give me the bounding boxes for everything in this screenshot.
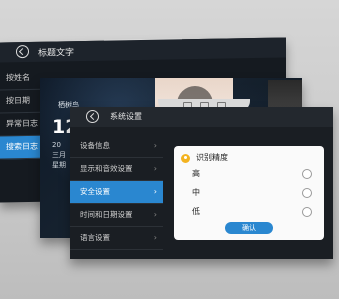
menu-item-time-date[interactable]: 时间和日期设置 › — [70, 204, 163, 227]
back-screen-header: 标题文字 — [0, 37, 286, 63]
date-weekday: 星期 — [52, 161, 66, 169]
back-icon[interactable] — [16, 44, 29, 59]
option-medium-radio[interactable] — [302, 188, 312, 198]
menu-item-exception-log[interactable]: 异常日志 — [0, 112, 40, 137]
option-low-radio[interactable] — [302, 207, 312, 217]
chevron-right-icon: › — [153, 233, 157, 242]
menu-item-label: 时间和日期设置 — [80, 210, 133, 219]
menu-item-label: 设备信息 — [80, 141, 110, 150]
dialog-title: 识别精度 — [196, 153, 228, 162]
chevron-right-icon: › — [153, 187, 157, 196]
front-screen: 系统设置 设备信息 › 显示和音效设置 › 安全设置 › 时间和日期设置 › 语… — [70, 99, 333, 259]
date-year: 20 — [52, 141, 61, 149]
menu-item-search-log[interactable]: 搜索日志 — [0, 135, 40, 160]
back-icon[interactable] — [86, 110, 99, 123]
menu-item-label: 安全设置 — [80, 187, 110, 196]
date-month: 三月 — [52, 151, 66, 159]
option-medium-label: 中 — [192, 188, 200, 197]
menu-item-by-date[interactable]: 按日期 — [0, 89, 40, 114]
menu-item-display-sound[interactable]: 显示和音效设置 › — [70, 158, 163, 181]
confirm-button[interactable]: 确认 — [225, 222, 273, 234]
menu-item-language[interactable]: 语言设置 › — [70, 227, 163, 250]
date-block: 20 三月 星期 — [52, 140, 66, 170]
option-low-label: 低 — [192, 207, 200, 216]
settings-menu: 设备信息 › 显示和音效设置 › 安全设置 › 时间和日期设置 › 语言设置 › — [70, 135, 163, 250]
settings-header: 系统设置 — [70, 107, 333, 127]
back-screen-title: 标题文字 — [38, 48, 75, 59]
chevron-right-icon: › — [153, 210, 157, 219]
menu-item-label: 显示和音效设置 — [80, 164, 133, 173]
recognition-precision-dialog: 识别精度 高 中 低 确认 — [174, 146, 324, 240]
option-high-radio[interactable] — [302, 169, 312, 179]
menu-item-label: 语言设置 — [80, 233, 110, 242]
menu-item-device-info[interactable]: 设备信息 › — [70, 135, 163, 158]
menu-item-security[interactable]: 安全设置 › — [70, 181, 163, 204]
back-screen-menu: 按姓名 按日期 异常日志 搜索日志 — [0, 66, 40, 160]
chevron-right-icon: › — [153, 164, 157, 173]
menu-item-by-name[interactable]: 按姓名 — [0, 66, 40, 91]
settings-title: 系统设置 — [110, 112, 142, 121]
option-high-label: 高 — [192, 169, 200, 178]
chevron-right-icon: › — [153, 141, 157, 150]
info-icon — [181, 154, 190, 163]
